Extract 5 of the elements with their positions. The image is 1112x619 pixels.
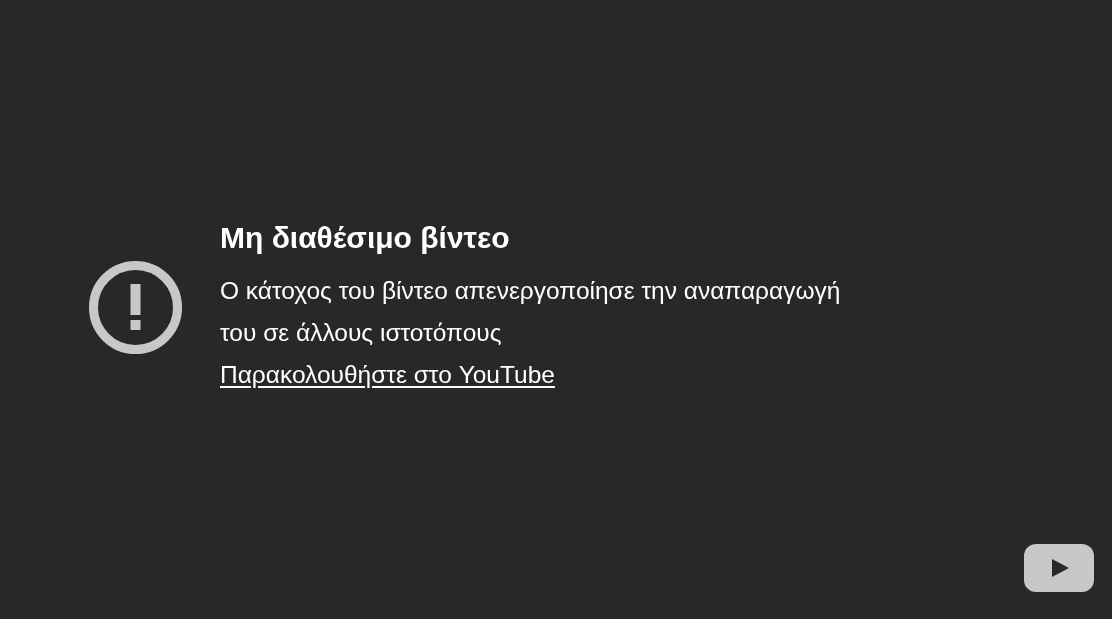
error-title: Μη διαθέσιμο βίντεο [220,219,511,256]
watch-link[interactable]: Παρακολουθήστε στο YouTube [220,353,555,396]
play-logo[interactable] [1024,544,1094,592]
error-message: Ο κάτοχος του βίντεο απενεργοποίησε την αναπαραγωγή του σε άλλους ιστοτόπους [220,275,842,348]
exclamation-circle-icon [88,260,183,355]
